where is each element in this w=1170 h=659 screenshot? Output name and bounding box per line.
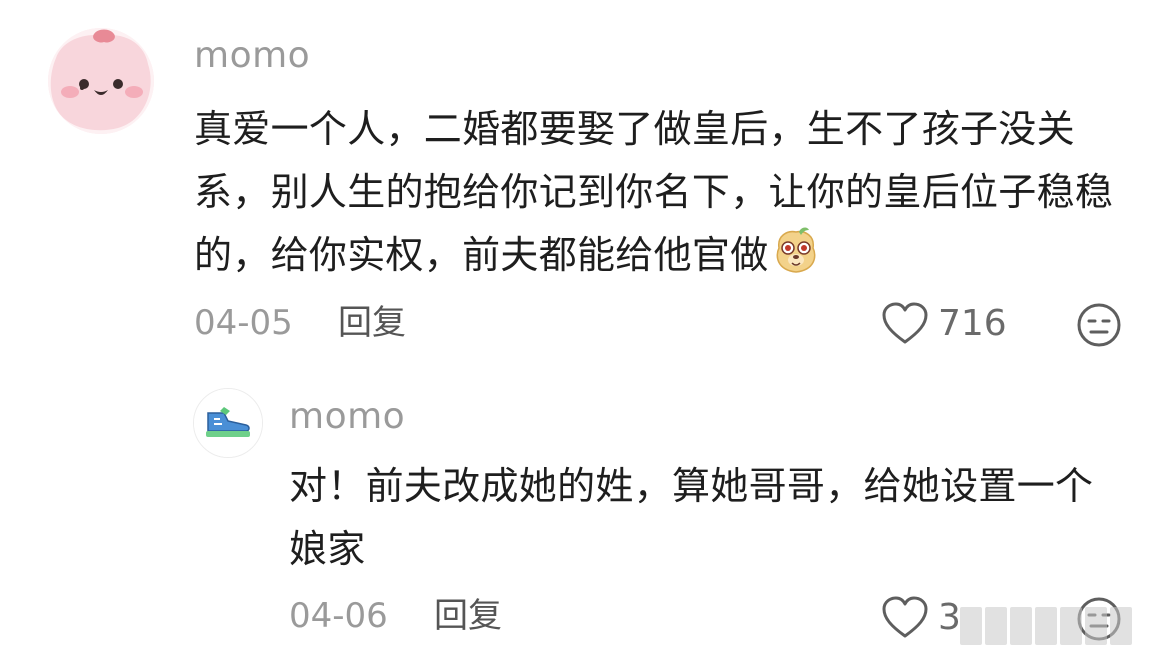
watermark-glyph xyxy=(1085,607,1107,645)
heart-outline-icon[interactable] xyxy=(881,302,929,346)
watermark-glyph xyxy=(1035,607,1057,645)
watermark-glyph xyxy=(1010,607,1032,645)
comment-text: 真爱一个人，二婚都要娶了做皇后，生不了孩子没关系，别人生的抱给你记到你名下，让你… xyxy=(194,98,1124,287)
reply-button[interactable]: 回复 xyxy=(338,301,406,345)
heart-outline-icon[interactable] xyxy=(881,596,929,640)
meh-face-icon[interactable] xyxy=(1076,302,1122,348)
watermark-glyph xyxy=(960,607,982,645)
watermark-glyph xyxy=(985,607,1007,645)
watermark xyxy=(960,604,1150,648)
pink-blob-avatar-icon xyxy=(48,28,154,134)
username[interactable]: momo xyxy=(194,33,310,79)
reply-button[interactable]: 回复 xyxy=(434,594,502,638)
comment-text-content: 真爱一个人，二婚都要娶了做皇后，生不了孩子没关系，别人生的抱给你记到你名下，让你… xyxy=(194,107,1114,277)
watermark-glyph xyxy=(1110,607,1132,645)
like-count: 3 xyxy=(938,597,961,638)
comment-text: 对！前夫改成她的姓，算她哥哥，给她设置一个娘家 xyxy=(289,464,1094,571)
avatar[interactable] xyxy=(48,28,154,134)
sneaker-avatar-icon xyxy=(194,389,262,457)
comment-date: 04-05 xyxy=(194,303,293,343)
watermark-glyph xyxy=(1060,607,1082,645)
like-count: 716 xyxy=(938,303,1007,344)
comment-date: 04-06 xyxy=(289,596,388,636)
dog-face-emoji-icon xyxy=(771,226,821,276)
comment-item: momo 真爱一个人，二婚都要娶了做皇后，生不了孩子没关系，别人生的抱给你记到你… xyxy=(0,0,1170,370)
avatar[interactable] xyxy=(193,388,263,458)
username[interactable]: momo xyxy=(289,394,405,440)
